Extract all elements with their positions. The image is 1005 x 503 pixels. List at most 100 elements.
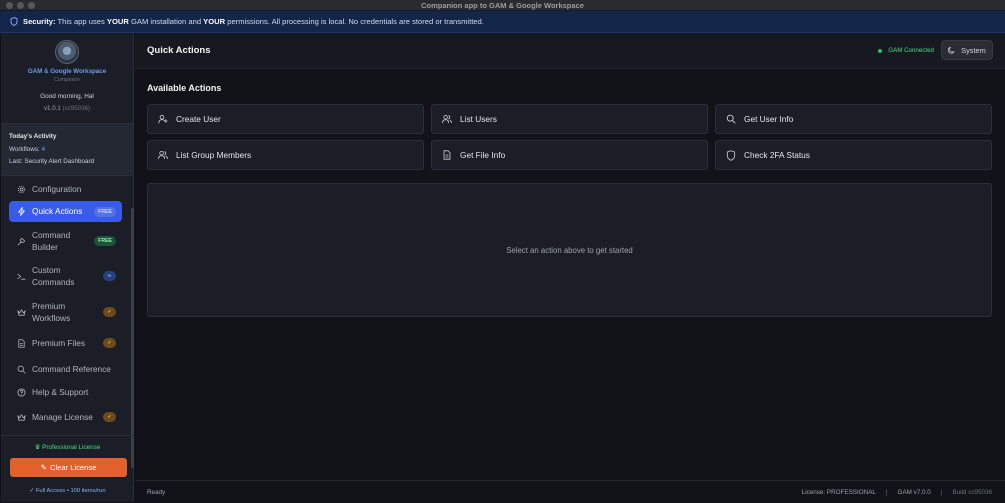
separator: | bbox=[885, 489, 888, 496]
status-info: License: PROFESSIONAL | GAM v7.0.0 | Bui… bbox=[802, 489, 992, 496]
get-file-info-button[interactable]: Get File Info bbox=[431, 140, 708, 170]
version-info: v1.0.1 (cc95036) bbox=[1, 105, 133, 112]
build-hash: (cc95036) bbox=[62, 105, 91, 112]
crown-icon bbox=[17, 413, 26, 422]
crown-icon: ♛ bbox=[34, 444, 41, 451]
action-label: Check 2FA Status bbox=[744, 150, 810, 160]
gam-connection-status: GAM Connected bbox=[878, 47, 934, 54]
list-group-members-button[interactable]: List Group Members bbox=[147, 140, 424, 170]
gam-status-label: GAM Connected bbox=[888, 47, 934, 54]
app-logo bbox=[55, 40, 79, 64]
sidebar-item-label: Manage License bbox=[32, 411, 93, 422]
sidebar-item-help-support[interactable]: Help & Support bbox=[9, 384, 122, 400]
create-user-button[interactable]: Create User bbox=[147, 104, 424, 134]
sidebar-item-premium-workflows[interactable]: Premium Workflows ✓ bbox=[9, 299, 122, 325]
status-text: Ready bbox=[147, 489, 166, 496]
search-icon bbox=[726, 114, 736, 124]
unlocked-badge: ✓ bbox=[103, 307, 116, 317]
users-icon bbox=[158, 150, 168, 160]
action-label: List Group Members bbox=[176, 150, 252, 160]
section-title: Available Actions bbox=[147, 83, 222, 93]
shield-icon bbox=[726, 150, 736, 161]
empty-state-message: Select an action above to get started bbox=[506, 245, 633, 255]
sidebar-item-manage-license[interactable]: Manage License ✓ bbox=[9, 409, 122, 425]
security-banner: Security: This app uses YOUR GAM install… bbox=[0, 11, 1005, 33]
license-status-label: Professional License bbox=[42, 444, 101, 451]
unlimited-badge: ∞ bbox=[103, 271, 116, 281]
app-subtitle: Companion bbox=[54, 77, 80, 83]
last-workflow: Last: Security Alert Dashboard bbox=[9, 158, 95, 165]
access-info: ✓ Full Access • 100 items/run bbox=[29, 488, 106, 494]
unlocked-badge: ✓ bbox=[103, 338, 116, 348]
action-label: Get User Info bbox=[744, 114, 794, 124]
gam-version: GAM v7.0.0 bbox=[897, 489, 931, 496]
license-info: License: PROFESSIONAL bbox=[801, 489, 876, 496]
activity-heading: Today's Activity bbox=[9, 133, 57, 140]
version-number: v1.0.1 bbox=[43, 105, 61, 112]
moon-icon bbox=[948, 46, 956, 54]
check-2fa-status-button[interactable]: Check 2FA Status bbox=[715, 140, 992, 170]
workflows-count: 4 bbox=[41, 146, 45, 153]
action-result-panel: Select an action above to get started bbox=[147, 183, 992, 317]
page-title: Quick Actions bbox=[147, 45, 211, 56]
help-icon bbox=[17, 387, 26, 397]
sidebar-item-configuration[interactable]: Configuration bbox=[9, 181, 122, 197]
workflows-label: Workflows: bbox=[9, 146, 40, 153]
status-dot bbox=[878, 48, 883, 53]
banner-your: YOUR bbox=[106, 17, 129, 26]
separator: | bbox=[940, 489, 943, 496]
banner-your: YOUR bbox=[203, 17, 226, 26]
document-icon bbox=[17, 338, 26, 348]
greeting: Good morning, Hal bbox=[40, 93, 94, 100]
profile-panel: GAM & Google Workspace Companion Good mo… bbox=[1, 33, 133, 124]
license-status: ♛ Professional License bbox=[1, 444, 134, 451]
terminal-icon bbox=[17, 272, 26, 281]
sidebar-item-label: Premium Workflows bbox=[32, 300, 71, 324]
window-title: Companion app to GAM & Google Workspace bbox=[421, 1, 584, 10]
clear-license-button[interactable]: ✎ Clear License bbox=[10, 458, 127, 477]
file-icon bbox=[442, 150, 452, 160]
main-content: Quick Actions GAM Connected System Avail… bbox=[135, 33, 1005, 480]
action-label: Create User bbox=[176, 114, 221, 124]
sidebar: GAM & Google Workspace Companion Good mo… bbox=[1, 33, 134, 502]
get-user-info-button[interactable]: Get User Info bbox=[715, 104, 992, 134]
build-info: Build cc95036 bbox=[952, 489, 992, 496]
workflows-count-row: Workflows: 4 bbox=[9, 144, 133, 156]
banner-label: Security: bbox=[23, 17, 56, 26]
free-badge: FREE bbox=[94, 236, 116, 246]
sidebar-item-command-builder[interactable]: Command Builder FREE bbox=[9, 228, 122, 254]
banner-text: GAM installation and bbox=[130, 17, 202, 26]
list-users-button[interactable]: List Users bbox=[431, 104, 708, 134]
action-label: List Users bbox=[460, 114, 497, 124]
clear-license-label: Clear License bbox=[49, 463, 97, 472]
banner-text: This app uses bbox=[57, 17, 105, 26]
pencil-icon: ✎ bbox=[40, 463, 47, 472]
sidebar-scrollbar[interactable] bbox=[131, 208, 134, 468]
sidebar-item-label: Help & Support bbox=[32, 386, 89, 397]
wrench-icon bbox=[17, 237, 26, 246]
sidebar-item-premium-files[interactable]: Premium Files ✓ bbox=[9, 335, 122, 351]
app-name: GAM & Google Workspace bbox=[27, 68, 107, 75]
theme-toggle-button[interactable]: System bbox=[941, 40, 993, 60]
sidebar-item-label: Custom Commands bbox=[32, 264, 75, 288]
sidebar-item-label: Quick Actions bbox=[32, 206, 83, 217]
window-titlebar: Companion app to GAM & Google Workspace bbox=[0, 0, 1005, 11]
theme-label: System bbox=[961, 45, 986, 55]
user-plus-icon bbox=[158, 114, 168, 124]
sidebar-item-label: Command Builder bbox=[32, 229, 71, 253]
sidebar-item-quick-actions[interactable]: Quick Actions FREE bbox=[9, 201, 122, 222]
banner-text: permissions. All processing is local. No… bbox=[227, 17, 484, 26]
lightning-icon bbox=[17, 207, 26, 216]
sidebar-item-label: Command Reference bbox=[32, 363, 111, 374]
shield-icon bbox=[10, 17, 18, 26]
status-bar: Ready License: PROFESSIONAL | GAM v7.0.0… bbox=[135, 480, 1005, 503]
activity-panel: Today's Activity Workflows: 4 Last: Secu… bbox=[1, 124, 133, 176]
action-label: Get File Info bbox=[460, 150, 506, 160]
free-badge: FREE bbox=[94, 206, 116, 217]
unlocked-badge: ✓ bbox=[103, 412, 116, 422]
sidebar-item-command-reference[interactable]: Command Reference bbox=[9, 361, 122, 377]
sidebar-item-custom-commands[interactable]: Custom Commands ∞ bbox=[9, 263, 122, 289]
search-icon bbox=[17, 365, 26, 374]
page-header: Quick Actions bbox=[135, 33, 1005, 69]
sidebar-item-label: Configuration bbox=[32, 183, 82, 194]
